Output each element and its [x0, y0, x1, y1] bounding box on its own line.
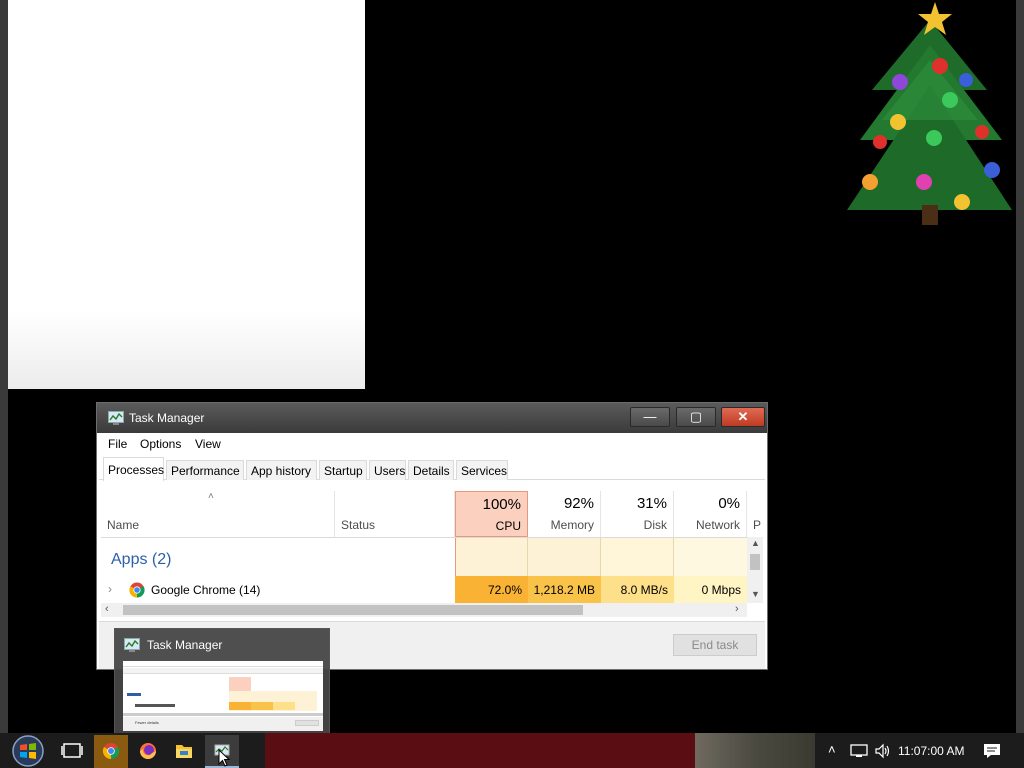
table-row[interactable]: › Google Chrome (14) 72.0% 1,218.2 MB 8.… [101, 576, 747, 604]
column-disk[interactable]: 31% Disk [601, 491, 674, 537]
taskbar-background-strip [265, 733, 695, 768]
tab-details[interactable]: Details [408, 460, 454, 480]
taskbar-clock[interactable]: 11:07:00 AM [898, 744, 965, 758]
blank-window[interactable] [8, 0, 365, 389]
column-status[interactable]: Status [335, 491, 455, 537]
task-manager-icon [108, 411, 124, 425]
taskbar: ˄ 11:07:00 AM [0, 733, 1024, 768]
column-name[interactable]: Name [101, 491, 335, 537]
volume-icon[interactable] [874, 743, 892, 759]
thumbnail-image: Fewer details [123, 661, 323, 731]
task-view-icon[interactable] [54, 737, 90, 765]
thumbnail-fewer-details: Fewer details [135, 720, 159, 725]
network-percent: 0% [718, 495, 740, 512]
menu-view[interactable]: View [195, 437, 221, 451]
tab-users[interactable]: Users [369, 460, 406, 480]
expand-chevron-icon[interactable]: › [108, 582, 112, 596]
title-bar[interactable]: Task Manager — ▢ ✕ [97, 403, 767, 433]
memory-label: Memory [550, 518, 594, 532]
mouse-cursor-icon [218, 749, 231, 767]
maximize-button[interactable]: ▢ [676, 407, 716, 427]
close-button[interactable]: ✕ [721, 407, 765, 427]
tab-services[interactable]: Services [456, 460, 508, 480]
column-name-label: Name [107, 518, 140, 532]
disk-label: Disk [643, 518, 667, 532]
disk-percent: 31% [636, 495, 667, 512]
file-explorer-icon[interactable] [166, 737, 202, 765]
tab-performance[interactable]: Performance [166, 460, 244, 480]
column-cpu[interactable]: 100% CPU [455, 491, 528, 537]
chrome-icon [129, 582, 145, 598]
scroll-down-icon[interactable]: ▼ [751, 589, 760, 599]
memory-percent: 92% [563, 495, 594, 512]
windows-start-icon[interactable] [8, 733, 48, 768]
menu-bar: File Options View [99, 434, 765, 456]
tab-startup[interactable]: Startup [319, 460, 367, 480]
screen-frame-left [0, 0, 8, 733]
scroll-right-icon[interactable]: › [735, 603, 739, 615]
cpu-percent: 100% [482, 496, 521, 513]
horizontal-scroll-thumb[interactable] [123, 605, 583, 615]
vertical-scrollbar[interactable]: ▲ ▼ [747, 537, 763, 603]
scroll-up-icon[interactable]: ▲ [751, 538, 760, 548]
network-cell: 0 Mbps [674, 576, 747, 604]
tab-app-history[interactable]: App history [246, 460, 317, 480]
notification-icon[interactable] [983, 743, 1001, 759]
tab-processes[interactable]: Processes [103, 457, 164, 481]
screen-frame-right [1016, 0, 1024, 733]
chrome-icon[interactable] [93, 737, 129, 765]
network-icon[interactable] [850, 743, 868, 759]
cpu-cell: 72.0% [455, 576, 528, 604]
end-task-button[interactable]: End task [673, 634, 757, 656]
column-memory[interactable]: 92% Memory [528, 491, 601, 537]
thumbnail-title: Task Manager [147, 638, 223, 652]
tab-bar: Processes Performance App history Startu… [99, 456, 765, 481]
minimize-button[interactable]: — [630, 407, 670, 427]
vertical-scroll-thumb[interactable] [750, 554, 760, 570]
disk-cell: 8.0 MB/s [601, 576, 674, 604]
column-status-label: Status [341, 518, 376, 532]
scroll-left-icon[interactable]: ‹ [105, 603, 109, 615]
firefox-icon[interactable] [130, 737, 166, 765]
cpu-label: CPU [495, 519, 521, 533]
taskbar-thumbnail-preview[interactable]: Task Manager Fewer details [114, 628, 330, 734]
column-power-partial[interactable]: P [753, 518, 761, 532]
network-label: Network [695, 518, 740, 532]
memory-cell: 1,218.2 MB [528, 576, 601, 604]
chevron-up-icon[interactable]: ˄ [828, 742, 836, 757]
column-network[interactable]: 0% Network [674, 491, 747, 537]
menu-file[interactable]: File [108, 437, 127, 451]
group-label: Apps (2) [111, 551, 172, 568]
taskbar-background-image [695, 733, 815, 768]
menu-options[interactable]: Options [140, 437, 181, 451]
process-name: Google Chrome (14) [151, 583, 261, 597]
christmas-tree-decoration [847, 2, 1012, 225]
horizontal-scrollbar[interactable]: ‹ › [101, 603, 747, 617]
window-title: Task Manager [129, 411, 205, 425]
process-list: Apps (2) › Google Chrome (14) 72.0% 1,21… [101, 537, 747, 604]
column-header-row: ˄ Name Status 100% CPU 92% Memory 31% Di… [101, 491, 761, 537]
task-manager-icon [124, 638, 140, 652]
